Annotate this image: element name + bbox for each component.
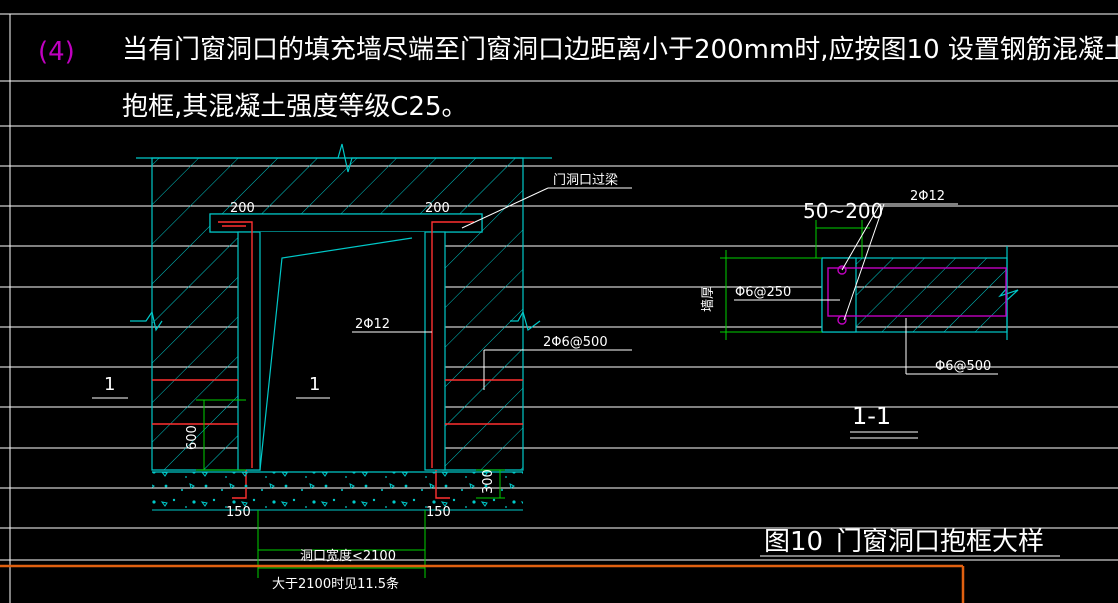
- section-post: [821, 257, 857, 333]
- section-1-1: 50~200 2Φ12 Φ6@250 Φ6@500 墙厚 1-1: [701, 189, 1019, 439]
- lintel-label: 门洞口过梁: [553, 173, 618, 188]
- drawing-canvas: (4) 当有门窗洞口的填充墙尽端至门窗洞口边距离小于200mm时,应按图10 设…: [0, 13, 1118, 603]
- wall-thickness-label: 墙厚: [701, 286, 716, 312]
- dim-200-left: 200: [230, 201, 255, 216]
- opening-width-label: 洞口宽度<2100: [300, 548, 396, 564]
- figure-caption: 门窗洞口抱框大样: [836, 527, 1044, 557]
- section-mark-right: 1: [309, 374, 320, 395]
- foundation-gravel: [152, 472, 523, 510]
- figure-number: 图10: [764, 527, 823, 557]
- lintel-beam: [209, 213, 483, 233]
- dim-150-left: 150: [226, 505, 251, 520]
- post-left: [237, 231, 261, 471]
- elevation-view: 200 200 门洞口过梁 2Φ12 2Φ6@500 1 1 600 300 1…: [92, 143, 632, 592]
- note-line-2: 抱框,其混凝土强度等级C25。: [122, 92, 468, 122]
- section-rebar-label: 2Φ12: [910, 189, 945, 204]
- dim-300: 300: [481, 469, 496, 494]
- rebar-label: 2Φ12: [355, 317, 390, 332]
- post-right: [424, 231, 446, 471]
- title-block-border: [0, 564, 965, 603]
- door-opening: [260, 232, 443, 470]
- opening-note-label: 大于2100时见11.5条: [272, 576, 399, 592]
- section-stirrup-label: Φ6@250: [735, 285, 791, 300]
- dim-150-right: 150: [426, 505, 451, 520]
- section-title: 1-1: [852, 402, 891, 430]
- section-mark-left: 1: [104, 374, 115, 395]
- stirrup-label: 2Φ6@500: [543, 335, 608, 350]
- note-line-1: 当有门窗洞口的填充墙尽端至门窗洞口边距离小于200mm时,应按图10 设置钢筋混…: [122, 35, 1118, 65]
- dim-600: 600: [185, 425, 200, 450]
- dim-200-right: 200: [425, 201, 450, 216]
- section-stirrup2-label: Φ6@500: [935, 359, 991, 374]
- note-number: (4): [38, 37, 75, 67]
